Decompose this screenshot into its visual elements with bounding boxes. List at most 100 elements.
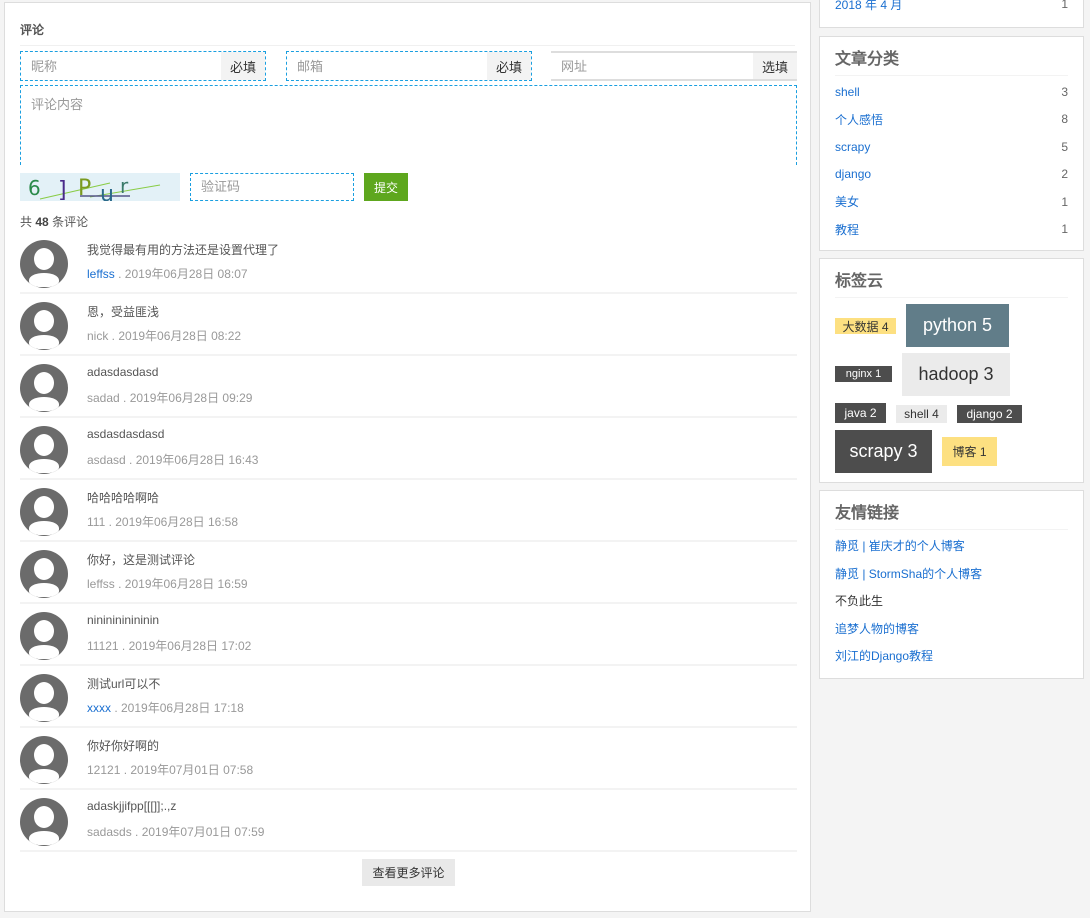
- avatar-icon: [20, 736, 68, 784]
- friend-link-item[interactable]: 刘江的Django教程: [835, 642, 1068, 670]
- friend-links-title: 友情链接: [835, 499, 1068, 530]
- comment-author[interactable]: leffss: [87, 267, 115, 281]
- url-input[interactable]: [551, 53, 753, 79]
- comment-text: adaskjjifpp[[[]];.,z: [87, 799, 177, 813]
- comment-time: . 2019年06月28日 16:59: [114, 577, 248, 591]
- category-item[interactable]: django 2: [835, 161, 1068, 189]
- friend-link-item[interactable]: 不负此生: [835, 587, 1068, 615]
- tag-hadoop[interactable]: hadoop 3: [902, 353, 1010, 396]
- email-field[interactable]: 必填: [286, 51, 532, 81]
- category-count: 5: [1061, 139, 1068, 154]
- friend-link-item[interactable]: 静觅 | StormSha的个人博客: [835, 560, 1068, 588]
- comment-author: 11121: [87, 639, 119, 653]
- category-link[interactable]: 美女: [835, 193, 859, 210]
- svg-text:u: u: [100, 182, 114, 201]
- avatar-icon: [20, 240, 68, 288]
- category-count: 1: [1061, 222, 1068, 237]
- svg-text:r: r: [120, 174, 129, 198]
- comment-item: asdasdasdasd asdasd . 2019年06月28日 16:43: [20, 418, 797, 480]
- friend-link[interactable]: 刘江的Django教程: [835, 647, 933, 664]
- comment-content-textarea[interactable]: 评论内容: [20, 85, 797, 165]
- comment-text: 恩，受益匪浅: [87, 305, 160, 319]
- count-prefix: 共: [20, 215, 33, 229]
- comment-author: sadasds: [87, 825, 132, 839]
- load-more-comments-button[interactable]: 查看更多评论: [362, 859, 455, 886]
- comment-time: . 2019年06月28日 08:22: [108, 329, 242, 343]
- category-count: 1: [1061, 194, 1068, 209]
- divider: [20, 45, 795, 46]
- nickname-input[interactable]: [21, 52, 221, 80]
- comment-item: 测试url可以不 xxxx . 2019年06月28日 17:18: [20, 666, 797, 728]
- category-item[interactable]: 美女 1: [835, 188, 1068, 216]
- comment-author: 12121: [87, 763, 121, 777]
- avatar-icon: [20, 426, 68, 474]
- avatar-icon: [20, 550, 68, 598]
- tag-python[interactable]: python 5: [906, 304, 1009, 347]
- friend-link-item[interactable]: 静觅 | 崔庆才的个人博客: [835, 532, 1068, 560]
- submit-button[interactable]: 提交: [364, 173, 408, 201]
- categories-box: 文章分类 shell 3 个人感悟 8 scrapy 5 django 2 美女 1 教程 1: [819, 36, 1084, 251]
- url-field[interactable]: 选填: [551, 51, 797, 81]
- archive-count: 1: [1061, 0, 1068, 11]
- comment-text: 我觉得最有用的方法还是设置代理了: [87, 243, 280, 257]
- category-link[interactable]: scrapy: [835, 140, 870, 154]
- comment-text: asdasdasdasd: [87, 427, 165, 441]
- category-list: shell 3 个人感悟 8 scrapy 5 django 2 美女 1 教程 1: [820, 78, 1083, 243]
- tag-django[interactable]: django 2: [957, 405, 1022, 423]
- captcha-image[interactable]: 6 ] P u r: [20, 173, 180, 201]
- comment-item: nininininininin 11121 . 2019年06月28日 17:0…: [20, 604, 797, 666]
- category-link[interactable]: 教程: [835, 221, 859, 238]
- tag-cloud: 大数据 4 python 5 nginx 1 hadoop 3 java 2 s…: [835, 298, 1068, 478]
- avatar-icon: [20, 798, 68, 846]
- archive-link[interactable]: 2018 年 4 月: [835, 0, 902, 13]
- tag-blog[interactable]: 博客 1: [942, 437, 997, 466]
- tag-java[interactable]: java 2: [835, 403, 886, 423]
- comment-text: 你好你好啊的: [87, 739, 160, 753]
- comment-meta: leffss . 2019年06月28日 08:07: [87, 265, 248, 282]
- svg-text:P: P: [78, 176, 91, 201]
- email-input[interactable]: [287, 52, 487, 80]
- category-item[interactable]: scrapy 5: [835, 133, 1068, 161]
- category-link[interactable]: django: [835, 167, 871, 181]
- category-link[interactable]: 个人感悟: [835, 111, 883, 128]
- tag-shell[interactable]: shell 4: [896, 405, 947, 423]
- comment-text: 测试url可以不: [87, 677, 161, 691]
- tag-nginx[interactable]: nginx 1: [835, 366, 892, 382]
- comment-text: nininininininin: [87, 613, 160, 627]
- category-link[interactable]: shell: [835, 85, 860, 99]
- archive-item[interactable]: 2018 年 4 月 1: [835, 0, 1068, 13]
- comment-text: 哈哈哈哈啊哈: [87, 491, 160, 505]
- tag-big-data[interactable]: 大数据 4: [835, 318, 896, 334]
- comment-author[interactable]: xxxx: [87, 701, 111, 715]
- category-item[interactable]: shell 3: [835, 78, 1068, 106]
- captcha-input[interactable]: 验证码: [190, 173, 354, 201]
- friend-link[interactable]: 不负此生: [835, 592, 883, 609]
- comment-item: 我觉得最有用的方法还是设置代理了 leffss . 2019年06月28日 08…: [20, 232, 797, 294]
- comment-author: leffss: [87, 577, 115, 591]
- comment-meta: 12121 . 2019年07月01日 07:58: [87, 761, 253, 778]
- comment-text: 你好，这是测试评论: [87, 553, 196, 567]
- comment-count: 共 48 条评论: [20, 213, 88, 230]
- archive-box: 2018 年 4 月 1: [819, 0, 1084, 28]
- category-count: 8: [1061, 112, 1068, 127]
- nickname-field[interactable]: 必填: [20, 51, 266, 81]
- category-item[interactable]: 教程 1: [835, 216, 1068, 244]
- tag-scrapy[interactable]: scrapy 3: [835, 430, 932, 473]
- comment-meta: xxxx . 2019年06月28日 17:18: [87, 699, 244, 716]
- friend-link[interactable]: 静觅 | StormSha的个人博客: [835, 565, 982, 582]
- friend-link-item[interactable]: 追梦人物的博客: [835, 615, 1068, 643]
- category-item[interactable]: 个人感悟 8: [835, 106, 1068, 134]
- categories-title: 文章分类: [835, 45, 1068, 76]
- friend-links-box: 友情链接 静觅 | 崔庆才的个人博客 静觅 | StormSha的个人博客 不负此生…: [819, 490, 1084, 679]
- avatar-icon: [20, 612, 68, 660]
- comment-author: nick: [87, 329, 109, 343]
- comment-time: . 2019年06月28日 16:43: [125, 453, 259, 467]
- friend-link[interactable]: 追梦人物的博客: [835, 620, 919, 637]
- comment-time: . 2019年06月28日 16:58: [105, 515, 239, 529]
- optional-tag: 选填: [753, 53, 797, 79]
- comment-time: . 2019年06月28日 17:18: [111, 701, 244, 715]
- captcha-graphic: 6 ] P u r: [28, 174, 161, 201]
- friend-link[interactable]: 静觅 | 崔庆才的个人博客: [835, 537, 965, 554]
- comment-meta: 111 . 2019年06月28日 16:58: [87, 513, 238, 530]
- comment-meta: sadad . 2019年06月28日 09:29: [87, 389, 252, 406]
